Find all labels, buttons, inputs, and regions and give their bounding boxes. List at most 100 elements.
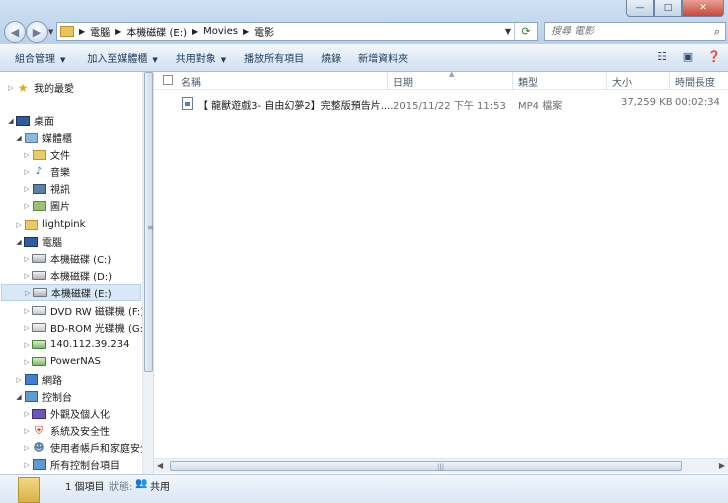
desktop-icon [16,114,30,127]
nav-item-drive-e[interactable]: ▷ 本機磁碟 (E:) [1,284,141,301]
minimize-button[interactable]: — [626,0,654,17]
expand-arrow-icon[interactable]: ▷ [22,324,32,332]
nav-item-drive-d[interactable]: ▷ 本機磁碟 (D:) [22,267,112,284]
nav-item-favorites[interactable]: ▷ ★ 我的最愛 [6,79,74,96]
file-row[interactable]: 【 龍獸遊戲3- 自由幻夢2】完整版預告片.... 2015/11/22 下午 … [154,95,728,112]
breadcrumb-current-folder[interactable]: 電影 [254,24,274,39]
scroll-left-arrow-icon[interactable]: ◀ [157,461,163,470]
maximize-button[interactable]: □ [654,0,682,17]
chevron-right-icon[interactable]: ▶ [192,27,198,36]
new-folder-button[interactable]: 新增資料夾 [349,50,416,65]
address-history-dropdown[interactable]: ▼ [505,27,511,36]
column-divider[interactable] [606,72,607,89]
close-button[interactable]: ✕ [682,0,724,17]
expand-arrow-icon[interactable]: ▷ [6,84,16,92]
select-all-checkbox[interactable] [163,75,173,85]
recent-pages-dropdown[interactable]: ▼ [48,28,53,36]
nav-item-videos[interactable]: ▷ 視訊 [22,180,70,197]
expand-arrow-icon[interactable]: ▷ [22,272,32,280]
column-divider[interactable] [669,72,670,89]
nav-item-network-location-1[interactable]: ▷ 140.112.39.234 [22,336,130,353]
organize-button[interactable]: 組合管理 ▼ [0,50,73,65]
collapse-arrow-icon[interactable]: ◢ [14,134,24,142]
nav-item-drive-f[interactable]: ▷ DVD RW 磁碟機 (F:) [22,302,144,319]
user-folder-icon [24,218,38,231]
nav-label: PowerNAS [50,356,101,367]
expand-arrow-icon[interactable]: ▷ [22,358,32,366]
file-name[interactable]: 【 龍獸遊戲3- 自由幻夢2】完整版預告片.... [198,97,393,112]
refresh-button[interactable]: ⟳ [514,23,537,40]
expand-arrow-icon[interactable]: ▷ [22,202,32,210]
nav-item-drive-g[interactable]: ▷ BD-ROM 光碟機 (G:) [22,319,147,336]
nav-label: 140.112.39.234 [50,339,130,350]
nav-item-libraries[interactable]: ◢ 媒體櫃 [14,129,72,146]
expand-arrow-icon[interactable]: ▷ [22,255,32,263]
nav-item-user-folder[interactable]: ▷ lightpink [14,216,85,233]
chevron-right-icon[interactable]: ▶ [79,27,85,36]
expand-arrow-icon[interactable]: ▷ [22,444,32,452]
scrollbar-thumb[interactable]: ≡ [144,72,153,372]
search-icon[interactable]: ⌕ [714,25,720,39]
expand-arrow-icon[interactable]: ▷ [22,341,32,349]
nav-item-control-panel[interactable]: ◢ 控制台 [14,388,72,405]
column-type[interactable]: 類型 [518,74,538,89]
collapse-arrow-icon[interactable]: ◢ [14,238,24,246]
nav-item-network[interactable]: ▷ 網路 [14,371,62,388]
nav-item-all-control-panel[interactable]: ▷ 所有控制台項目 [22,456,120,473]
column-length[interactable]: 時間長度 [675,74,715,89]
forward-button[interactable]: ▶ [26,21,48,43]
collapse-arrow-icon[interactable]: ◢ [6,117,16,125]
horizontal-scrollbar[interactable]: ◀ ||| ▶ [154,458,728,473]
breadcrumb-movies[interactable]: Movies [203,26,238,37]
nav-item-system-security[interactable]: ▷ ⛨ 系統及安全性 [22,422,110,439]
nav-item-music[interactable]: ▷ ♪ 音樂 [22,163,70,180]
burn-button[interactable]: 燒錄 [312,50,349,65]
scrollbar-thumb[interactable]: ||| [170,461,682,471]
play-all-button[interactable]: 播放所有項目 [234,50,312,65]
expand-arrow-icon[interactable]: ▷ [23,289,33,297]
change-view-button[interactable]: ☷ [654,49,670,64]
expand-arrow-icon[interactable]: ▷ [22,307,32,315]
expand-arrow-icon[interactable]: ▷ [22,151,32,159]
expand-arrow-icon[interactable]: ▷ [22,410,32,418]
users-icon: ☻ [33,441,45,454]
chevron-right-icon[interactable]: ▶ [115,27,121,36]
nav-item-user-accounts[interactable]: ▷ ☻ 使用者帳戶和家庭安全 [22,439,150,456]
preview-pane-button[interactable]: ▣ [680,49,696,64]
expand-arrow-icon[interactable]: ▷ [14,376,24,384]
scroll-right-arrow-icon[interactable]: ▶ [719,461,725,470]
add-to-library-button[interactable]: 加入至媒體櫃 ▼ [73,50,165,65]
back-button[interactable]: ◀ [4,21,26,43]
collapse-arrow-icon[interactable]: ◢ [14,393,24,401]
nav-item-drive-c[interactable]: ▷ 本機磁碟 (C:) [22,250,111,267]
nav-item-computer[interactable]: ◢ 電腦 [14,233,62,250]
column-name[interactable]: 名稱 [181,74,201,89]
expand-arrow-icon[interactable]: ▷ [22,185,32,193]
breadcrumb-computer[interactable]: 電腦 [90,24,110,39]
breadcrumb-drive-e[interactable]: 本機磁碟 (E:) [126,24,187,39]
control-panel-icon [32,458,46,471]
column-divider[interactable] [512,72,513,89]
help-button[interactable]: ❓ [706,49,722,64]
expand-arrow-icon[interactable]: ▷ [22,168,32,176]
nav-item-documents[interactable]: ▷ 文件 [22,146,70,163]
search-box[interactable]: ⌕ [544,22,726,41]
share-with-button[interactable]: 共用對象 ▼ [166,50,234,65]
navigation-scrollbar[interactable]: ≡ [142,72,153,474]
music-icon: ♪ [35,165,43,177]
column-size[interactable]: 大小 [612,74,632,89]
chevron-right-icon[interactable]: ▶ [243,27,249,36]
expand-arrow-icon[interactable]: ▷ [22,427,32,435]
nav-item-desktop[interactable]: ◢ 桌面 [6,112,54,129]
add-to-library-label: 加入至媒體櫃 [87,54,148,65]
search-input[interactable] [551,24,701,39]
address-bar[interactable]: ▶ 電腦 ▶ 本機磁碟 (E:) ▶ Movies ▶ 電影 ▼ ⟳ [56,22,538,41]
expand-arrow-icon[interactable]: ▷ [22,461,32,469]
column-date[interactable]: 日期 [393,74,413,89]
nav-item-network-location-2[interactable]: ▷ PowerNAS [22,353,101,370]
column-divider[interactable] [387,72,388,89]
nav-item-pictures[interactable]: ▷ 圖片 [22,197,70,214]
nav-item-appearance[interactable]: ▷ 外觀及個人化 [22,405,110,422]
chevron-down-icon: ▼ [152,56,158,64]
expand-arrow-icon[interactable]: ▷ [14,221,24,229]
